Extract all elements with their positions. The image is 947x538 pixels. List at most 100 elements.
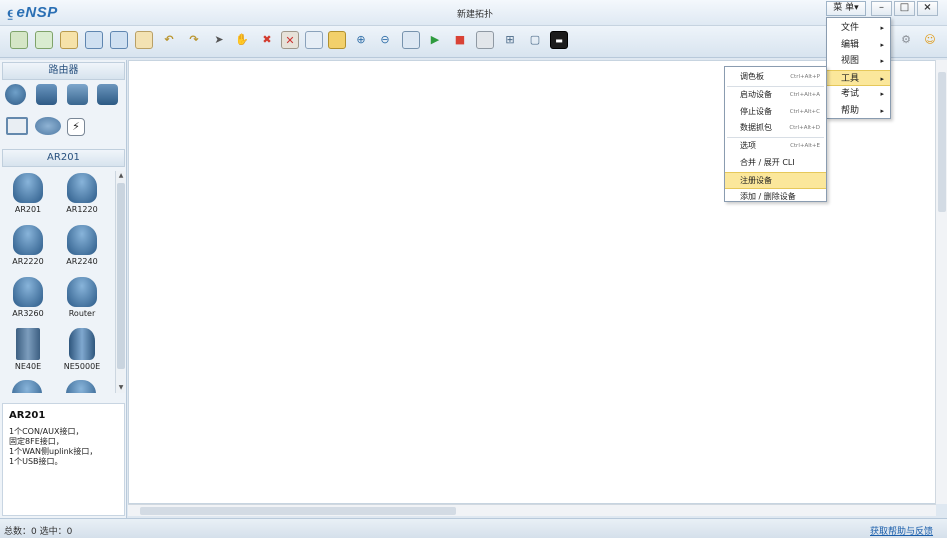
- scroll-thumb[interactable]: [117, 183, 125, 369]
- close-button[interactable]: ×: [917, 1, 938, 16]
- scroll-thumb[interactable]: [140, 507, 456, 515]
- stop-device-icon[interactable]: ■: [451, 31, 469, 49]
- status-counts: 总数：0 选中：0: [4, 527, 73, 537]
- help-icon[interactable]: ☺: [921, 31, 939, 49]
- menu-item-start-device[interactable]: 启动设备 Ctrl+Alt+A: [725, 87, 826, 104]
- menu-item-options[interactable]: 选项 Ctrl+Alt+E: [725, 138, 826, 155]
- device-partial[interactable]: [66, 380, 96, 393]
- menu-item-merge-cli[interactable]: 合并 / 展开 CLI: [725, 155, 826, 172]
- menu-item-tools[interactable]: 工具 ▸: [827, 69, 890, 86]
- cloud-category-icon[interactable]: [35, 117, 61, 135]
- submenu-arrow-icon: ▸: [880, 57, 884, 65]
- fit-icon[interactable]: [402, 31, 420, 49]
- menu-item-label: 注册设备: [740, 175, 772, 185]
- settings-gear-icon[interactable]: ⚙: [897, 31, 915, 49]
- menu-shortcut: Ctrl+Alt+P: [790, 74, 820, 80]
- app-logo-text: eNSP: [16, 4, 58, 21]
- wireless-category-icon[interactable]: [67, 84, 88, 105]
- menu-item-file[interactable]: 文件 ▸: [827, 20, 890, 37]
- switch-icon: [66, 380, 96, 393]
- menu-item-exam[interactable]: 考试 ▸: [827, 86, 890, 103]
- hand-pan-icon[interactable]: ✋: [233, 31, 251, 49]
- menu-item-label: 添加 / 删除设备: [740, 191, 796, 201]
- select-pointer-icon[interactable]: ➤: [210, 31, 228, 49]
- zoom-out-icon[interactable]: ⊖: [376, 31, 394, 49]
- title-bar: ⍷eNSP 新建拓扑 菜 单▾ – □ ×: [0, 0, 947, 26]
- fullscreen-icon[interactable]: ▢: [526, 31, 544, 49]
- menu-item-label: 数据抓包: [740, 123, 772, 133]
- capture-icon[interactable]: [476, 31, 494, 49]
- submenu-arrow-icon: ▸: [880, 106, 884, 115]
- device-list-scrollbar[interactable]: ▲ ▼: [115, 171, 125, 393]
- menu-item-register-device[interactable]: 注册设备: [725, 171, 826, 189]
- device-ne40e[interactable]: NE40E: [2, 328, 54, 371]
- main-menu-button[interactable]: 菜 单▾: [826, 1, 866, 16]
- device-partial[interactable]: [12, 380, 42, 393]
- menu-item-view[interactable]: 视图 ▸: [827, 53, 890, 70]
- device-ne5000e[interactable]: NE5000E: [56, 328, 108, 371]
- delete-link-icon[interactable]: ✕: [281, 31, 299, 49]
- canvas-vertical-scrollbar[interactable]: [935, 60, 947, 504]
- scroll-thumb[interactable]: [938, 72, 946, 212]
- zoom-in-icon[interactable]: ⊕: [352, 31, 370, 49]
- delete-icon[interactable]: ✖: [258, 31, 276, 49]
- router-icon: [12, 380, 42, 393]
- device-label: AR2240: [66, 257, 98, 266]
- router-category-icon[interactable]: [5, 84, 26, 105]
- router-icon: [67, 173, 97, 203]
- device-category-header: 路由器: [2, 62, 125, 80]
- menu-shortcut: Ctrl+Alt+E: [790, 143, 820, 150]
- device-model-header: AR201: [2, 149, 125, 167]
- link-category-icon[interactable]: ⚡: [67, 118, 85, 136]
- submenu-arrow-icon: ▸: [880, 90, 884, 98]
- scroll-up-arrow-icon[interactable]: ▲: [116, 171, 126, 181]
- device-ar2240[interactable]: AR2240: [56, 225, 108, 266]
- menu-item-label: 工具: [841, 73, 860, 84]
- scroll-down-arrow-icon[interactable]: ▼: [116, 383, 126, 393]
- device-router[interactable]: Router: [56, 277, 108, 318]
- menu-item-label: 调色板: [740, 72, 764, 81]
- menu-item-label: 停止设备: [740, 106, 772, 116]
- firewall-category-icon[interactable]: [97, 84, 118, 105]
- canvas-horizontal-scrollbar[interactable]: [128, 504, 936, 516]
- new-topology-icon[interactable]: [10, 31, 28, 49]
- text-icon[interactable]: [305, 31, 323, 49]
- menu-item-edit[interactable]: 编辑 ▸: [827, 37, 890, 54]
- submenu-arrow-icon: ▸: [880, 24, 884, 32]
- core-router-icon: [69, 328, 95, 360]
- menu-item-stop-device[interactable]: 停止设备 Ctrl+Alt+C: [725, 104, 826, 121]
- status-bar: 总数：0 选中：0 获取帮助与反馈: [0, 518, 947, 538]
- topology-icon[interactable]: ⊞: [501, 31, 519, 49]
- menu-item-palette[interactable]: 调色板 Ctrl+Alt+P: [725, 69, 826, 86]
- palette-icon[interactable]: [328, 31, 346, 49]
- device-ar3260[interactable]: AR3260: [2, 277, 54, 318]
- menu-item-capture[interactable]: 数据抓包 Ctrl+Alt+D: [725, 120, 826, 137]
- new-example-icon[interactable]: [35, 31, 53, 49]
- device-description: AR201 1个CON/AUX接口， 固定8FE接口， 1个WAN侧uplink…: [2, 403, 125, 516]
- open-icon[interactable]: [60, 31, 78, 49]
- save-as-icon[interactable]: [110, 31, 128, 49]
- menu-item-help[interactable]: 帮助 ▸: [827, 103, 890, 120]
- save-icon[interactable]: [85, 31, 103, 49]
- console-icon[interactable]: ▬: [550, 31, 568, 49]
- description-title: AR201: [9, 410, 46, 421]
- menu-item-add-remove-device[interactable]: 添加 / 删除设备: [725, 189, 826, 206]
- menu-item-label: 视图: [841, 56, 860, 66]
- minimize-button[interactable]: –: [871, 1, 892, 16]
- start-device-icon[interactable]: ▶: [426, 31, 444, 49]
- help-feedback-link[interactable]: 获取帮助与反馈: [870, 524, 933, 537]
- redo-icon[interactable]: ↷: [185, 31, 203, 49]
- router-icon: [67, 277, 97, 307]
- device-ar1220[interactable]: AR1220: [56, 173, 108, 214]
- menu-item-label: 帮助: [841, 105, 860, 116]
- device-label: AR3260: [12, 309, 44, 318]
- terminal-category-icon[interactable]: [6, 117, 28, 135]
- device-ar201[interactable]: AR201: [2, 173, 54, 214]
- undo-icon[interactable]: ↶: [160, 31, 178, 49]
- print-icon[interactable]: [135, 31, 153, 49]
- switch-category-icon[interactable]: [36, 84, 57, 105]
- device-ar2220[interactable]: AR2220: [2, 225, 54, 266]
- maximize-button[interactable]: □: [894, 1, 915, 16]
- router-icon: [13, 277, 43, 307]
- menu-item-label: 启动设备: [740, 89, 772, 99]
